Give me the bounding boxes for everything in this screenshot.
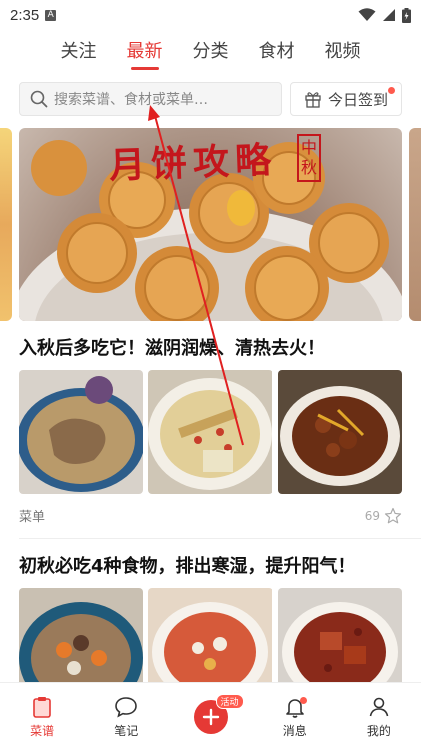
nav-notes-label: 笔记 xyxy=(114,723,139,738)
section-divider xyxy=(19,538,421,539)
status-time: 2:35 xyxy=(10,6,40,24)
star-icon[interactable] xyxy=(384,507,402,525)
post-title[interactable]: 初秋必吃4种食物，排出寒湿，提升阳气！ xyxy=(19,552,356,578)
tab-ingredients[interactable]: 食材 xyxy=(259,33,295,67)
clipboard-icon xyxy=(33,696,51,718)
status-bar: 2:35 A xyxy=(0,0,421,30)
banner-title: 月饼攻略 xyxy=(108,139,278,187)
seal-char-bottom: 秋 xyxy=(300,158,317,177)
tab-latest[interactable]: 最新 xyxy=(127,33,163,70)
nav-profile-label: 我的 xyxy=(366,723,391,738)
nav-recipes[interactable]: 菜谱 xyxy=(0,683,84,750)
chat-bubble-icon xyxy=(115,696,138,718)
gift-icon xyxy=(305,92,321,108)
battery-icon xyxy=(402,7,411,23)
banner-carousel[interactable]: 月饼攻略 中 秋 xyxy=(0,128,421,321)
banner-seal: 中 秋 xyxy=(297,134,321,182)
post-thumbnails[interactable] xyxy=(19,370,402,494)
checkin-button[interactable]: 今日签到 xyxy=(290,82,402,116)
braised-meat-image xyxy=(277,370,402,494)
lotus-stew-image xyxy=(148,370,273,494)
checkin-dot xyxy=(388,87,395,94)
banner-prev-peek xyxy=(0,128,12,321)
checkin-label: 今日签到 xyxy=(327,90,388,109)
thumbnail-duck-soup[interactable] xyxy=(19,370,144,494)
nav-notes[interactable]: 笔记 xyxy=(84,683,168,750)
activity-badge: 活动 xyxy=(215,693,244,709)
search-row: 搜索菜谱、食材或菜单… 今日签到 xyxy=(19,82,402,116)
top-tabs: 关注 最新 分类 食材 视频 xyxy=(0,30,421,70)
nav-messages-label: 消息 xyxy=(282,723,307,738)
nav-create[interactable]: 活动 xyxy=(168,683,252,750)
like-control[interactable]: 69 xyxy=(365,507,402,525)
wifi-icon xyxy=(358,8,376,21)
nav-recipes-label: 菜谱 xyxy=(30,723,55,738)
message-unread-dot xyxy=(299,697,307,704)
search-icon xyxy=(30,90,48,108)
seal-char-top: 中 xyxy=(300,138,317,157)
bottom-nav: 菜谱 笔记 活动 消息 我的 xyxy=(0,682,421,750)
nav-profile[interactable]: 我的 xyxy=(337,683,421,750)
tab-video[interactable]: 视频 xyxy=(325,33,361,67)
like-count: 69 xyxy=(364,508,380,523)
search-placeholder: 搜索菜谱、食材或菜单… xyxy=(54,92,208,108)
tab-category[interactable]: 分类 xyxy=(193,33,229,67)
user-icon xyxy=(369,697,389,716)
notification-a-icon: A xyxy=(45,9,57,21)
post-tag: 菜单 xyxy=(19,510,46,525)
create-button[interactable]: 活动 xyxy=(193,693,244,734)
duck-soup-image xyxy=(19,370,144,494)
banner-next-peek xyxy=(409,128,421,321)
post-title[interactable]: 入秋后多吃它！滋阴润燥、清热去火！ xyxy=(19,334,325,360)
banner-image-mooncakes[interactable]: 月饼攻略 中 秋 xyxy=(19,128,402,321)
thumbnail-braised-meat[interactable] xyxy=(277,370,402,494)
tab-following[interactable]: 关注 xyxy=(61,33,97,67)
post-meta: 菜单 69 xyxy=(19,506,402,525)
plus-icon xyxy=(202,708,219,725)
search-input[interactable]: 搜索菜谱、食材或菜单… xyxy=(19,82,282,116)
thumbnail-lotus-stew[interactable] xyxy=(148,370,273,494)
nav-messages[interactable]: 消息 xyxy=(253,683,337,750)
signal-icon xyxy=(383,9,395,21)
